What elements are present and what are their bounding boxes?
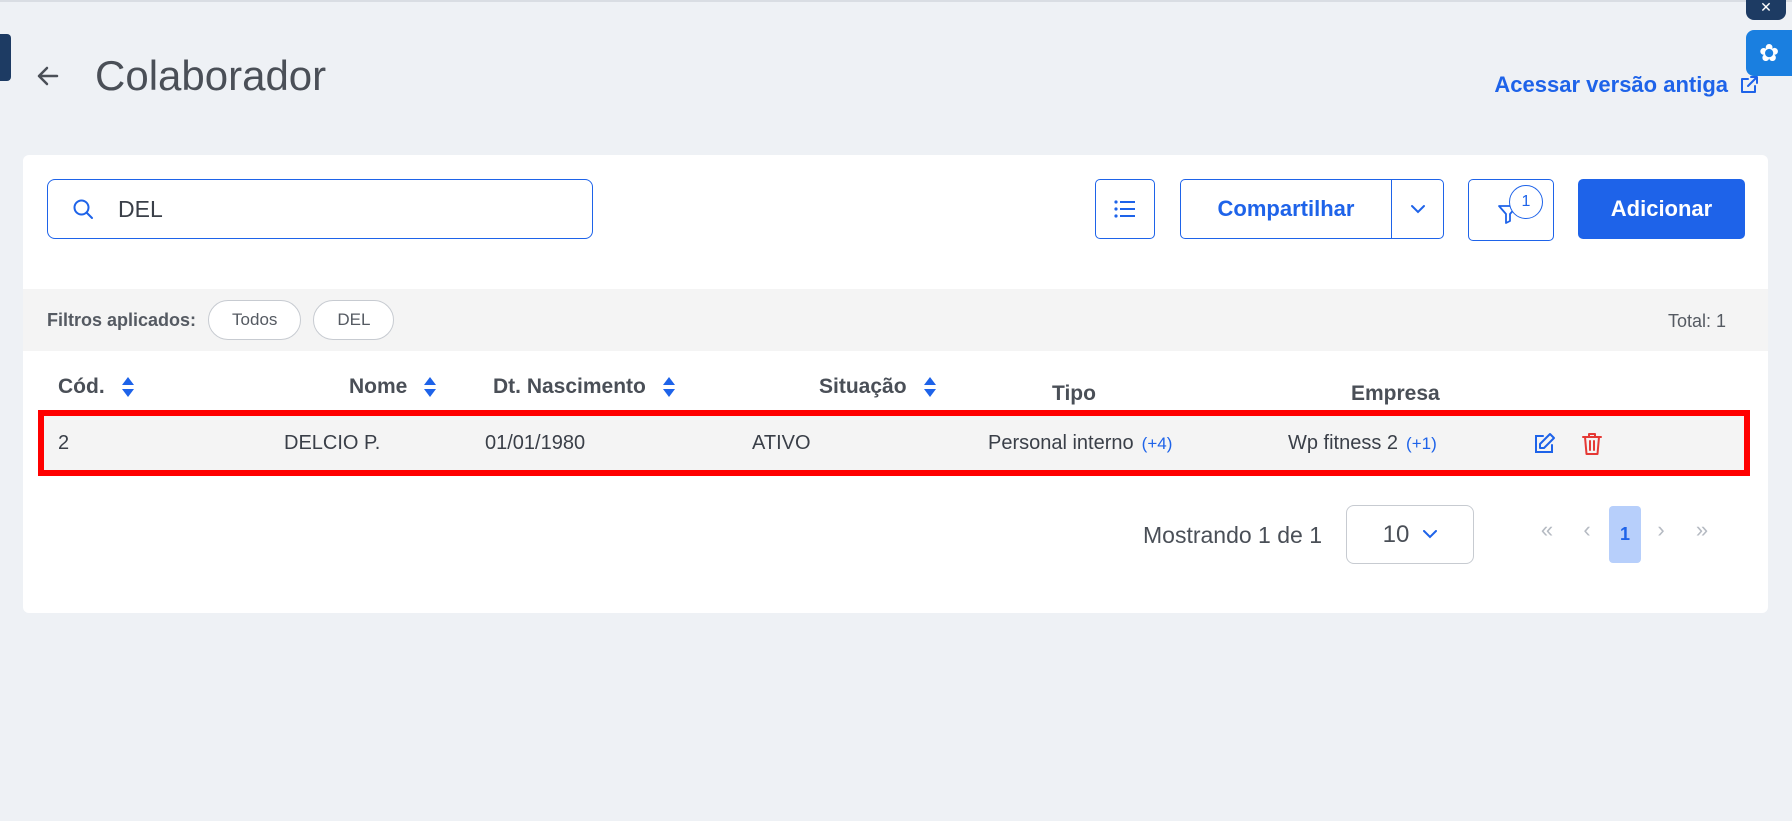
tipo-value: Personal interno [988,432,1134,454]
previous-page-icon[interactable]: ‹ [1572,517,1602,543]
share-dropdown-button[interactable] [1392,180,1443,238]
last-page-icon[interactable]: » [1687,517,1717,543]
old-version-label: Acessar versão antiga [1494,72,1728,97]
list-view-button[interactable] [1095,179,1155,239]
page-title: Colaborador [95,52,327,99]
applied-filters-label: Filtros aplicados: [47,309,197,330]
sort-icon[interactable] [662,377,676,397]
filter-chip[interactable]: Todos [208,300,302,340]
column-header-empresa: Empresa [1351,382,1440,406]
page-size-select[interactable]: 10 [1346,505,1474,564]
share-button-group: Compartilhar [1180,179,1444,239]
cell-empresa: Wp fitness 2 (+1) [1288,432,1437,455]
cell-tipo: Personal interno (+4) [988,432,1172,455]
first-page-icon[interactable]: « [1532,517,1562,543]
collaborators-card: Compartilhar 1 Adicionar Filtros aplicad… [23,155,1768,613]
cell-situacao: ATIVO [752,432,811,454]
page-header: Colaborador Acessar versão antiga [0,50,1792,110]
empresa-more-link[interactable]: (+1) [1406,434,1437,453]
column-label: Cód. [58,375,105,398]
cell-cod: 2 [58,432,70,454]
back-arrow-icon[interactable] [30,58,66,94]
sort-icon[interactable] [423,377,437,397]
chevron-down-icon [1410,205,1425,214]
add-button[interactable]: Adicionar [1578,179,1745,239]
list-icon [1114,200,1135,218]
empresa-value: Wp fitness 2 [1288,432,1399,454]
column-label: Situação [819,375,907,398]
share-button[interactable]: Compartilhar [1181,180,1392,238]
trash-icon[interactable] [1578,430,1606,458]
column-header-tipo: Tipo [1052,382,1096,406]
page-number-current[interactable]: 1 [1609,506,1641,563]
pagination-summary: Mostrando 1 de 1 [1143,522,1323,548]
search-input[interactable] [118,195,558,223]
column-header-nome[interactable]: Nome [349,375,437,399]
column-header-nascimento[interactable]: Dt. Nascimento [493,375,676,399]
edit-icon[interactable] [1530,430,1558,458]
chevron-down-icon [1423,530,1438,539]
sort-icon[interactable] [923,377,937,397]
page-size-value: 10 [1382,520,1410,548]
top-divider [0,0,1792,2]
next-page-icon[interactable]: › [1646,517,1676,543]
column-label: Dt. Nascimento [493,375,646,398]
extension-icon[interactable]: ✕ [1746,0,1786,20]
total-count: Total: 1 [1667,311,1726,331]
filter-count-badge: 1 [1509,185,1543,219]
applied-filters-bar: Filtros aplicados: Todos DEL Total: 1 [23,289,1768,351]
external-link-icon [1741,76,1758,93]
column-header-situacao[interactable]: Situação [819,375,937,399]
filter-button[interactable]: 1 [1468,179,1554,241]
tipo-more-link[interactable]: (+4) [1142,434,1173,453]
sort-icon[interactable] [121,377,135,397]
cell-nascimento: 01/01/1980 [485,432,586,454]
cell-nome: DELCIO P. [284,432,381,454]
column-label: Empresa [1351,382,1440,405]
search-box[interactable] [47,179,593,239]
column-header-cod[interactable]: Cód. [58,375,135,399]
filter-chip[interactable]: DEL [313,300,395,340]
column-label: Tipo [1052,382,1096,405]
table-row[interactable]: 2 DELCIO P. 01/01/1980 ATIVO Personal in… [38,410,1750,476]
column-label: Nome [349,375,408,398]
old-version-link[interactable]: Acessar versão antiga [1494,72,1760,98]
search-icon [48,198,118,220]
